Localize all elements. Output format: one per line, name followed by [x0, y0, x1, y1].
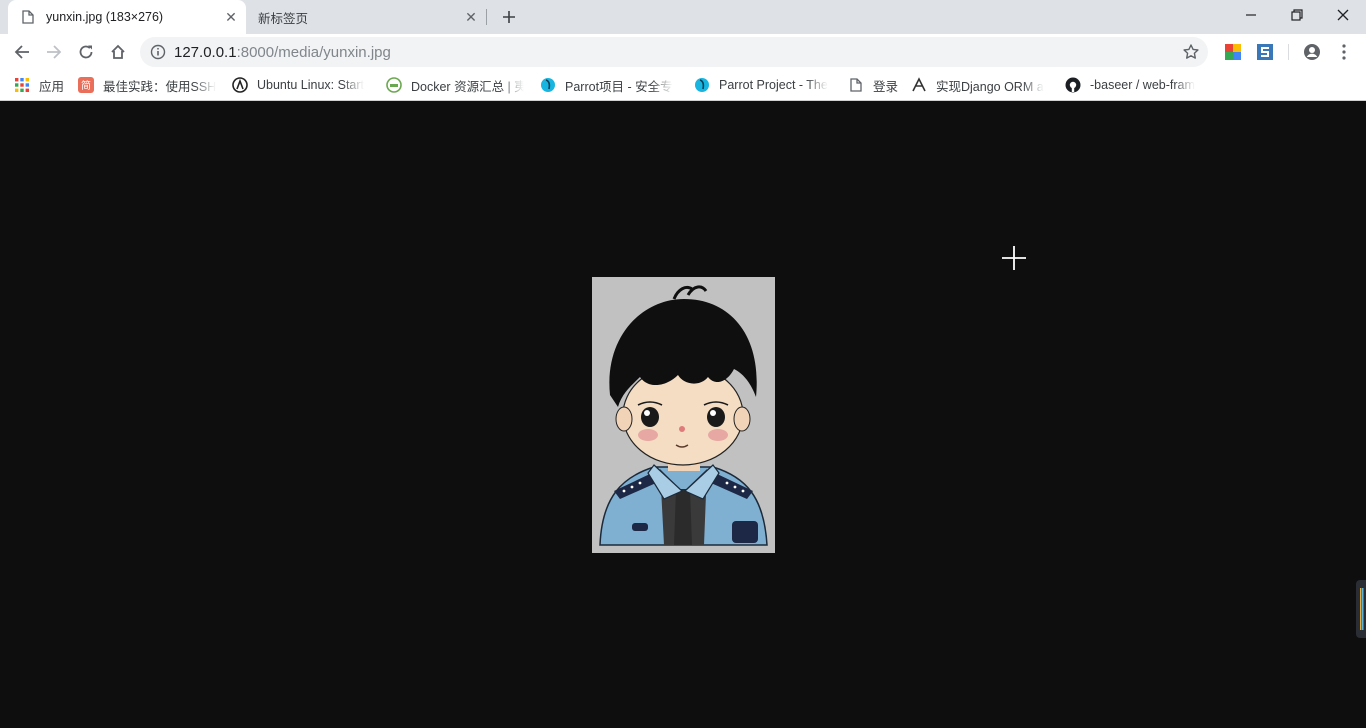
menu-kebab-icon[interactable]: [1335, 43, 1353, 61]
tab-yunxin[interactable]: yunxin.jpg (183×276) ✕: [8, 0, 246, 34]
apps-grid-icon: [14, 77, 30, 93]
bookmark-label: 最佳实践：使用SSH: [103, 79, 217, 94]
profile-avatar-icon[interactable]: [1303, 43, 1321, 61]
bookmark-item[interactable]: Parrot Project - The: [694, 70, 832, 100]
bookmark-item[interactable]: 简 最佳实践：使用SSH: [78, 70, 218, 100]
extension-colorful-icon[interactable]: [1224, 43, 1242, 61]
github-icon: [1065, 77, 1081, 93]
bookmark-label: -baseer / web-fram: [1090, 78, 1195, 92]
bookmark-item[interactable]: Parrot项目 - 安全专: [540, 70, 680, 100]
jianshu-icon: 简: [78, 77, 94, 93]
url-text[interactable]: 127.0.0.1:8000/media/yunxin.jpg: [174, 44, 391, 61]
tab-title: yunxin.jpg (183×276): [46, 10, 164, 24]
extension-s-icon[interactable]: [1256, 43, 1274, 61]
bookmark-item[interactable]: 实现Django ORM a: [911, 70, 1051, 100]
tab-strip: yunxin.jpg (183×276) ✕ 新标签页 ✕: [0, 0, 1366, 34]
close-tab-icon[interactable]: ✕: [462, 8, 480, 26]
bookmark-star-icon[interactable]: [1182, 43, 1200, 61]
docker-icon: [386, 77, 402, 93]
tab-new-tab[interactable]: 新标签页 ✕: [246, 0, 486, 34]
orm-icon: [911, 77, 927, 93]
bookmark-item[interactable]: 登录: [848, 70, 904, 100]
minimize-button[interactable]: [1228, 0, 1274, 30]
site-info-icon[interactable]: [150, 44, 166, 60]
forward-button[interactable]: [40, 38, 68, 66]
page-icon: [848, 77, 864, 93]
svg-text:简: 简: [81, 79, 91, 92]
back-button[interactable]: [8, 38, 36, 66]
home-button[interactable]: [104, 38, 132, 66]
tab-title: 新标签页: [258, 11, 309, 26]
crosshair-cursor-icon: [1002, 246, 1026, 270]
document-icon: [20, 9, 36, 25]
close-tab-icon[interactable]: ✕: [222, 8, 240, 26]
yunxin-image[interactable]: [592, 277, 775, 553]
parrot-icon: [540, 77, 556, 93]
bookmark-label: 登录: [873, 79, 899, 94]
new-tab-button[interactable]: [498, 6, 520, 28]
bookmark-label: Docker 资源汇总 | 夷: [411, 79, 524, 94]
reload-button[interactable]: [72, 38, 100, 66]
parrot-icon: [694, 77, 710, 93]
bookmark-label: 实现Django ORM a: [936, 79, 1044, 94]
restore-button[interactable]: [1274, 0, 1320, 30]
bookmark-label: Ubuntu Linux: Start: [257, 78, 365, 92]
bookmark-label: Parrot Project - The: [719, 78, 828, 92]
bookmark-item[interactable]: Ubuntu Linux: Start: [232, 70, 370, 100]
image-viewport: [0, 101, 1366, 728]
close-window-button[interactable]: [1320, 0, 1366, 30]
bookmark-item[interactable]: Docker 资源汇总 | 夷: [386, 70, 524, 100]
bookmarks-bar: 应用 简 最佳实践：使用SSH Ubuntu Linux: Start Dock…: [0, 70, 1366, 101]
bookmark-label: 应用: [39, 79, 65, 94]
side-panel-handle[interactable]: [1356, 580, 1366, 638]
bookmark-label: Parrot项目 - 安全专: [565, 79, 673, 94]
bookmark-apps[interactable]: 应用: [14, 70, 74, 100]
toolbar-divider: [1288, 44, 1289, 60]
ubuntu-icon: [232, 77, 248, 93]
bookmark-item[interactable]: -baseer / web-fram: [1065, 70, 1205, 100]
url-path: :8000/media/yunxin.jpg: [236, 44, 391, 61]
tab-divider: [486, 9, 487, 25]
cartoon-boy-illustration: [592, 277, 775, 553]
url-host: 127.0.0.1: [174, 44, 237, 61]
browser-toolbar: 127.0.0.1:8000/media/yunxin.jpg: [0, 34, 1366, 70]
address-bar[interactable]: 127.0.0.1:8000/media/yunxin.jpg: [140, 37, 1208, 67]
